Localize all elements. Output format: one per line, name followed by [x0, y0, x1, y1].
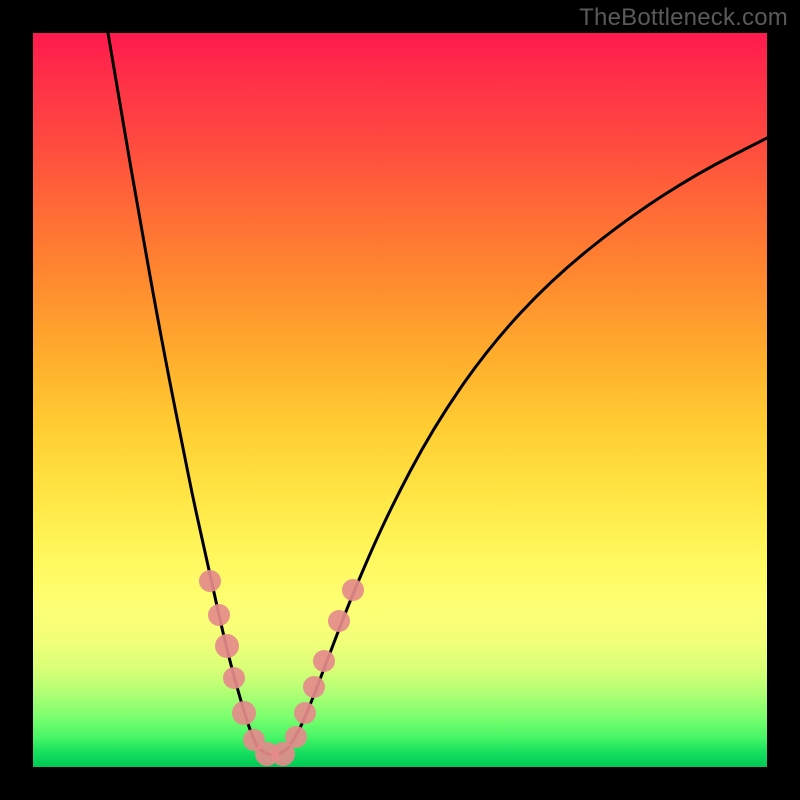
bottleneck-curve [108, 33, 767, 755]
curve-layer [33, 33, 767, 767]
marker-dot [328, 610, 350, 632]
watermark-label: TheBottleneck.com [579, 4, 788, 32]
marker-dot [342, 579, 364, 601]
marker-dot [215, 634, 239, 658]
curve-markers [199, 570, 364, 766]
marker-dot [313, 650, 335, 672]
marker-dot [294, 702, 316, 724]
chart-frame: TheBottleneck.com [0, 0, 800, 800]
marker-dot [303, 676, 325, 698]
bottleneck-path [108, 33, 767, 755]
marker-dot [223, 667, 245, 689]
plot-area [33, 33, 767, 767]
marker-dot [232, 701, 256, 725]
marker-dot [285, 726, 307, 748]
marker-dot [208, 604, 230, 626]
marker-dot [199, 570, 221, 592]
